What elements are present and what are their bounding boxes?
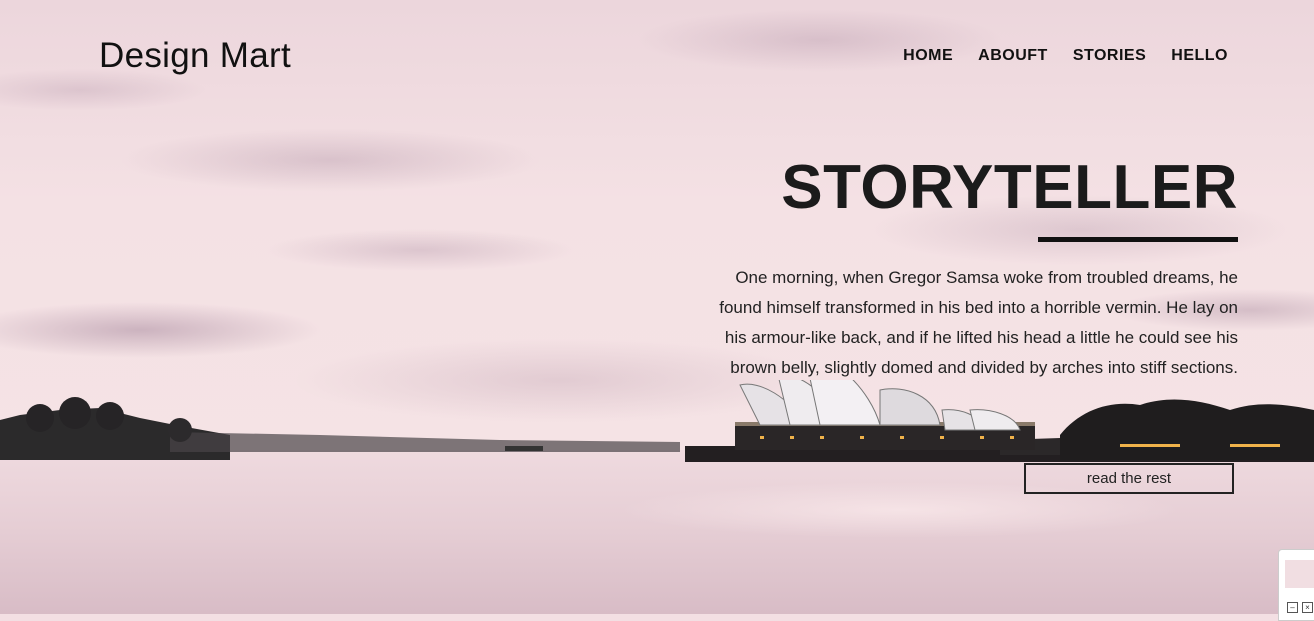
opera-house-skyline [0,380,1314,462]
nav-home[interactable]: HOME [903,47,953,65]
nav-stories[interactable]: STORIES [1073,47,1146,65]
close-icon[interactable]: × [1302,602,1313,613]
widget-controls: – × [1287,602,1313,613]
title-underline [1038,237,1238,242]
floating-widget[interactable]: – × [1278,549,1314,621]
hero-paragraph: One morning, when Gregor Samsa woke from… [719,268,1238,377]
read-the-rest-button[interactable]: read the rest [1024,463,1234,494]
site-logo[interactable]: Design Mart [99,36,291,76]
nav-about[interactable]: ABOUFT [978,47,1048,65]
nav-hello[interactable]: HELLO [1171,47,1228,65]
main-nav: HOME ABOUFT STORIES HELLO [903,47,1228,65]
hero-title: STORYTELLER [781,153,1238,222]
minimize-icon[interactable]: – [1287,602,1298,613]
widget-thumbnail [1285,560,1314,588]
